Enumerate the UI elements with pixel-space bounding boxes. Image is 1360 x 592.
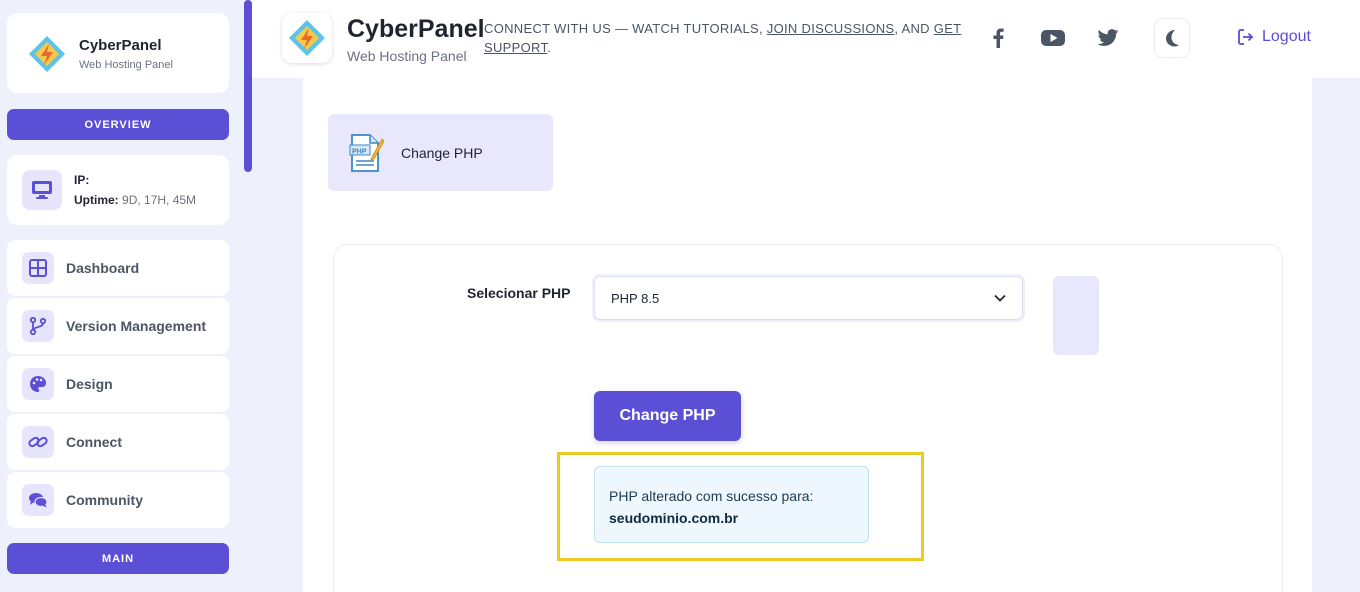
sidebar-item-design[interactable]: Design (7, 356, 229, 412)
sidebar-item-label: Community (66, 492, 143, 508)
main-content: PHP Change PHP Selecionar PHP PHP 8.5 Ch… (303, 78, 1312, 592)
cyberpanel-logo-icon (29, 36, 65, 72)
alert-domain: seudominio.com.br (609, 510, 739, 526)
brand-title: CyberPanel (79, 37, 162, 54)
chevron-down-icon (994, 294, 1006, 302)
scrollbar-thumb[interactable] (244, 0, 252, 172)
right-gutter (1312, 78, 1360, 592)
theme-toggle-button[interactable] (1154, 18, 1190, 58)
logout-label: Logout (1262, 28, 1311, 45)
connect-prefix: CONNECT WITH US — WATCH TUTORIALS, (484, 21, 767, 36)
brand-subtitle: Web Hosting Panel (79, 59, 173, 71)
connect-suffix: . (547, 40, 552, 55)
header-title: CyberPanel (347, 15, 485, 43)
uptime-label: Uptime: (74, 193, 119, 207)
sidebar: CyberPanel Web Hosting Panel OVERVIEW IP… (0, 0, 244, 592)
change-php-form: Selecionar PHP PHP 8.5 Change PHP PHP al… (333, 244, 1283, 592)
grid-icon (22, 252, 54, 284)
alert-message: PHP alterado com sucesso para: (609, 488, 814, 504)
main-section-button[interactable]: MAIN (7, 543, 229, 574)
logout-icon (1238, 29, 1254, 45)
moon-icon (1166, 30, 1179, 47)
ip-label: IP: (74, 173, 90, 187)
monitor-icon (22, 170, 62, 210)
sidebar-item-community[interactable]: Community (7, 472, 229, 528)
header-subtitle: Web Hosting Panel (347, 48, 467, 64)
sidebar-scrollbar[interactable] (244, 0, 252, 592)
server-info-card: IP: Uptime: 9D, 17H, 45M (7, 155, 229, 225)
change-php-button[interactable]: Change PHP (594, 391, 741, 441)
select-php-label: Selecionar PHP (467, 285, 571, 301)
top-header: CyberPanel Web Hosting Panel CONNECT WIT… (252, 0, 1360, 78)
sidebar-item-connect[interactable]: Connect (7, 414, 229, 470)
success-alert: PHP alterado com sucesso para: seudomini… (594, 466, 869, 543)
php-file-icon: PHP (349, 133, 384, 172)
chat-icon (22, 484, 54, 516)
sidebar-item-label: Design (66, 376, 113, 392)
select-value: PHP 8.5 (611, 290, 660, 306)
sidebar-item-label: Version Management (66, 318, 207, 334)
sidebar-item-dashboard[interactable]: Dashboard (7, 240, 229, 296)
svg-text:PHP: PHP (352, 148, 367, 155)
connect-mid: , AND (894, 21, 934, 36)
connect-banner: CONNECT WITH US — WATCH TUTORIALS, JOIN … (484, 19, 964, 57)
overview-button[interactable]: OVERVIEW (7, 109, 229, 140)
side-panel-box (1053, 276, 1099, 355)
sidebar-item-version-management[interactable]: Version Management (7, 298, 229, 354)
cyberpanel-logo-icon (289, 20, 325, 56)
brand-card[interactable]: CyberPanel Web Hosting Panel (7, 13, 229, 93)
link-icon (22, 426, 54, 458)
uptime-text: Uptime: 9D, 17H, 45M (74, 193, 196, 207)
php-version-select[interactable]: PHP 8.5 (594, 276, 1023, 320)
facebook-icon[interactable] (986, 26, 1010, 50)
tile-label: Change PHP (401, 144, 483, 161)
join-discussions-link[interactable]: JOIN DISCUSSIONS (767, 21, 895, 36)
branch-icon (22, 310, 54, 342)
sidebar-item-label: Dashboard (66, 260, 140, 276)
sidebar-item-label: Connect (66, 434, 122, 450)
youtube-icon[interactable] (1041, 26, 1065, 50)
logout-button[interactable]: Logout (1238, 28, 1311, 46)
change-php-tile[interactable]: PHP Change PHP (328, 114, 553, 191)
uptime-value: 9D, 17H, 45M (122, 193, 197, 207)
header-logo[interactable] (282, 13, 332, 63)
twitter-icon[interactable] (1096, 26, 1120, 50)
palette-icon (22, 368, 54, 400)
